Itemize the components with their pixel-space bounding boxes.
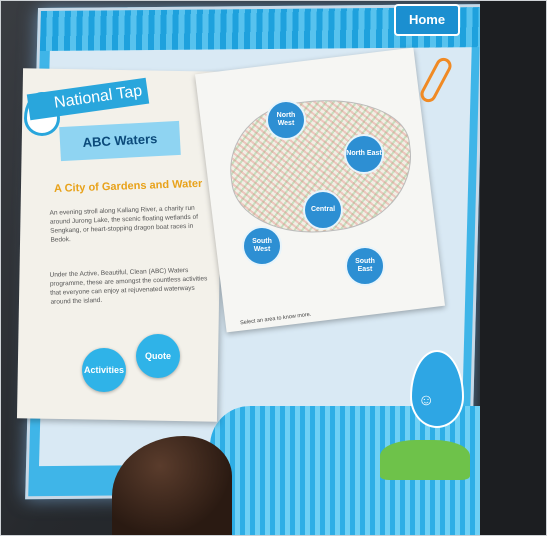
region-south-east[interactable]: South East xyxy=(345,246,385,286)
region-central[interactable]: Central xyxy=(303,190,343,230)
region-south-west[interactable]: South West xyxy=(242,226,282,266)
article-paragraph-1: An evening stroll along Kallang River, a… xyxy=(49,204,199,244)
abc-waters-title: ABC Waters xyxy=(59,120,181,162)
region-central-label: Central xyxy=(310,206,336,213)
region-south-west-label: South West xyxy=(252,238,272,253)
room-dark-edge xyxy=(480,0,547,536)
quote-button[interactable]: Quote xyxy=(136,334,180,378)
region-north-west[interactable]: North West xyxy=(266,100,306,140)
region-south-east-label: South East xyxy=(355,258,375,273)
region-north-east[interactable]: North East xyxy=(344,134,384,174)
region-north-west-label: North West xyxy=(276,112,296,127)
article-paragraph-2: Under the Active, Beautiful, Clean (ABC)… xyxy=(49,266,208,306)
activities-button[interactable]: Activities xyxy=(82,348,126,392)
grass-decoration xyxy=(380,440,470,480)
mascot-face-icon: ☺ xyxy=(418,392,435,409)
home-button[interactable]: Home xyxy=(394,4,460,36)
region-north-east-label: North East xyxy=(346,150,382,157)
